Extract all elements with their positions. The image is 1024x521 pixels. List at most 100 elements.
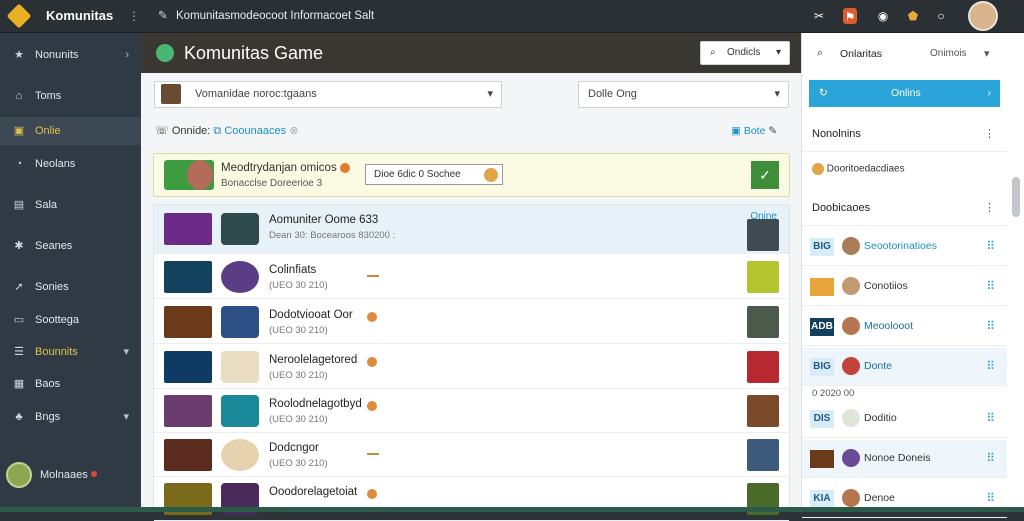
grip-icon[interactable]: ⠿ [986,319,995,333]
promo-subtitle: Bonacclse Doreerioe 3 [221,178,323,189]
bottom-strip [0,507,1024,512]
grip-icon[interactable]: ⠿ [986,451,995,465]
table-row[interactable]: Roolodnelagotbyd (UEO 30 210) [154,389,789,433]
circle-icon[interactable]: ○ [932,7,950,25]
alert-icon [367,489,377,499]
sidebar-item-soottega[interactable]: ▭ Soottega [0,306,141,334]
grip-icon[interactable]: ⠿ [986,239,995,253]
game-tag [810,450,834,468]
promo-title-text: Meodtrydanjan omicos [221,162,337,174]
bell-icon: ◔ [15,158,23,170]
sidebar-item-bounnits[interactable]: ☰ Bounnits ▾ [0,338,141,366]
promo-title: Meodtrydanjan omicos [221,162,350,174]
user-avatar[interactable] [968,1,998,31]
table-row[interactable]: Dodotviooat Oor (UEO 30 210) [154,300,789,344]
table-row[interactable]: Aomuniter Oome 633 Dean 30: Bocearoos 83… [154,205,789,254]
list-item[interactable]: Conotiios ⠿ [802,268,1007,306]
alert-icon [367,357,377,367]
right-panel-header: ⌕ Onlaritas Onimois ▾ [802,33,1024,73]
game-thumbnail [164,439,212,471]
list-item[interactable]: BIG Donte ⠿ [802,348,1007,386]
select-community[interactable]: Vomanidae noroc:tgaans ▾ [154,81,502,108]
refresh-icon: ↻ [819,87,828,99]
brand-name[interactable]: Komunitas [46,8,113,23]
filter-label: Onnide: [171,125,211,137]
right-panel-title: Onlaritas [840,48,883,60]
list-item[interactable]: ADB Meoolooot ⠿ [802,308,1007,346]
table-row[interactable]: Dodcngor (UEO 30 210) [154,433,789,477]
gear-icon: ✱ [14,240,24,252]
list-item[interactable]: Nonoe Doneis ⠿ [802,440,1007,478]
list-item[interactable]: BIG Seootorinatioes ⠿ [802,228,1007,266]
more-icon[interactable]: ⋮ [984,116,995,152]
address-text: Komunitasmodeocoot Informacoet Salt [176,10,375,22]
star-icon: ★ [14,49,24,61]
avatar [842,277,860,295]
grip-icon[interactable]: ⠿ [986,491,995,505]
tools-icon[interactable]: ✂ [810,7,828,25]
sidebar-item-toms[interactable]: ⌂ Toms [0,82,141,110]
chevron-down-icon[interactable]: ▾ [984,47,990,60]
camera-icon[interactable]: ◉ [874,7,892,25]
sidebar-item-onlie[interactable]: ▣ Onlie [0,117,141,145]
search-icon[interactable]: ⌕ [817,47,823,60]
close-icon[interactable]: ⊗ [289,125,298,137]
player-avatar [747,306,779,338]
sidebar-item-sala[interactable]: ▤ Sala [0,191,141,219]
filter-chip-label: Coounaaces [224,125,287,137]
right-panel-sort[interactable]: Onimois [930,48,967,59]
sidebar-item-label: Soottega [35,314,80,326]
game-sub: (UEO 30 210) [269,458,328,469]
confirm-button[interactable]: ✓ [751,161,779,189]
sidebar-item-sonies[interactable]: ➚ Sonies [0,273,141,301]
community-avatar [161,84,181,104]
game-icon-image [221,351,259,383]
table-row[interactable]: Colinfiats (UEO 30 210) [154,255,789,299]
sidebar-item-label: Baos [35,378,61,390]
avatar [842,409,860,427]
sidebar-item-nonunits[interactable]: ★ Nonunits › [0,41,141,69]
section-header[interactable]: Nonolnins ⋮ [802,116,1007,152]
sidebar-item-bngs[interactable]: ♣ Bngs ▾ [0,403,141,431]
game-tag: BIG [810,358,834,376]
chevron-down-icon: ▾ [123,346,129,358]
table-row[interactable]: Neroolelagetored (UEO 30 210) [154,345,789,389]
grip-icon[interactable]: ⠿ [986,411,995,425]
search-button[interactable]: ⌕ Ondicls ▾ [700,41,790,65]
flag-icon[interactable]: ⚑ [843,8,857,24]
game-tag: KIA [810,490,834,508]
list-item-label: Doditio [864,412,897,424]
logo-icon[interactable] [6,3,32,29]
grip-icon[interactable]: ⠿ [986,359,995,373]
chevron-right-icon: › [125,49,129,61]
list-item[interactable]: DIS Doditio ⠿ [802,400,1007,438]
briefcase-icon: ▣ [13,125,25,137]
shield-icon[interactable]: ⬟ [904,7,922,25]
more-icon[interactable]: ⋮ [984,190,995,226]
scrollbar[interactable] [1012,177,1020,217]
game-sub: (UEO 30 210) [269,280,328,291]
select-date[interactable]: Dolle Ong ▾ [578,81,789,108]
edit-link[interactable]: ▣ Bote ✎ [731,125,777,137]
grip-icon[interactable]: ⠿ [986,279,995,293]
section-header[interactable]: Doobicaoes ⋮ [802,190,1007,226]
filter-chip[interactable]: ⧉ Coounaaces ⊗ [213,125,298,137]
game-tag: BIG [810,238,834,256]
sidebar-user[interactable]: Molnaaes [0,461,141,489]
sidebar-item-seanes[interactable]: ✱ Seanes [0,232,141,260]
alert-icon [367,401,377,411]
list-item[interactable]: KIA Denoe ⠿ [802,480,1007,518]
search-icon: ⌕ [710,47,716,58]
menu-icon[interactable]: ⋮ [125,7,143,25]
table-row[interactable]: Ooodorelagetoiat [154,477,789,521]
image-icon: ▦ [13,378,25,390]
address-bar[interactable]: ✎ Komunitasmodeocoot Informacoet Salt [150,6,790,26]
player-avatar [747,219,779,251]
sidebar-item-baos[interactable]: ▦ Baos [0,370,141,398]
list-item[interactable]: Dooritoedacdiaes [812,163,905,175]
box-icon: ▭ [13,314,25,326]
sidebar-item-neolans[interactable]: ◔ Neolans [0,150,141,178]
promo-input[interactable]: Dioe 6dic 0 Sochee [365,164,503,185]
search-button-label: Ondicls [727,47,761,58]
online-button[interactable]: ↻ Onlins › [809,80,1000,107]
